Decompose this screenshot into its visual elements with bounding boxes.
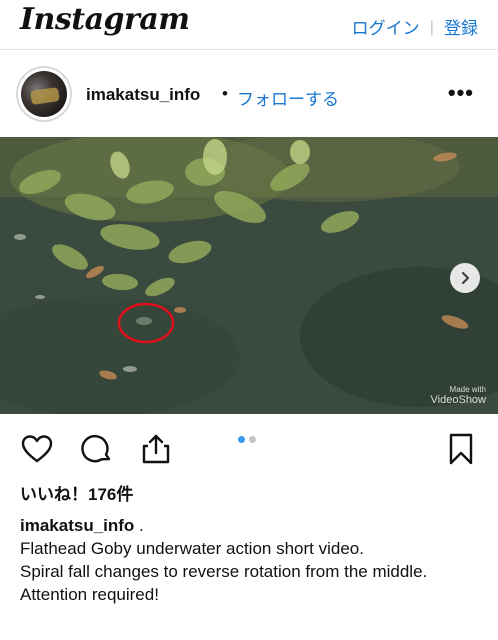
comment-icon[interactable] bbox=[80, 432, 114, 466]
signup-link[interactable]: 登録 bbox=[444, 14, 478, 39]
caption-username[interactable]: imakatsu_info bbox=[20, 516, 134, 535]
avatar-image bbox=[21, 71, 67, 117]
instagram-logo[interactable]: Instagram bbox=[20, 2, 190, 37]
post-actions bbox=[0, 426, 498, 474]
caption-header: imakatsu_info . bbox=[20, 514, 482, 537]
carousel-dot bbox=[249, 436, 256, 443]
avatar[interactable] bbox=[16, 66, 72, 122]
auth-links: ログイン | 登録 bbox=[352, 14, 478, 39]
caption-line: Spiral fall changes to reverse rotation … bbox=[20, 562, 428, 581]
next-slide-button[interactable] bbox=[450, 263, 480, 293]
post-header: imakatsu_info • フォローする ••• bbox=[0, 62, 498, 128]
likes-count[interactable]: いいね！176件 bbox=[20, 480, 133, 505]
auth-separator: | bbox=[429, 16, 434, 36]
login-link[interactable]: ログイン bbox=[352, 14, 420, 39]
more-options-icon[interactable]: ••• bbox=[448, 82, 474, 104]
follow-button[interactable]: フォローする bbox=[237, 85, 339, 110]
carousel-dot-active bbox=[238, 436, 245, 443]
separator-dot: • bbox=[222, 84, 228, 103]
post-caption: imakatsu_info . Flathead Goby underwater… bbox=[20, 514, 482, 606]
caption-line: Attention required! bbox=[20, 585, 159, 604]
heart-icon[interactable] bbox=[20, 432, 54, 466]
post-username[interactable]: imakatsu_info bbox=[86, 85, 200, 105]
caption-suffix: . bbox=[134, 516, 144, 535]
bookmark-icon[interactable] bbox=[444, 432, 478, 466]
caption-line: Flathead Goby underwater action short vi… bbox=[20, 539, 364, 558]
share-icon[interactable] bbox=[139, 432, 173, 466]
videoshow-watermark: Made with VideoShow bbox=[430, 385, 486, 406]
chevron-right-icon bbox=[461, 271, 470, 285]
video-frame bbox=[0, 137, 498, 414]
top-bar: Instagram ログイン | 登録 bbox=[0, 0, 498, 50]
carousel-indicator bbox=[238, 436, 256, 443]
post-media[interactable]: Made with VideoShow bbox=[0, 137, 498, 414]
